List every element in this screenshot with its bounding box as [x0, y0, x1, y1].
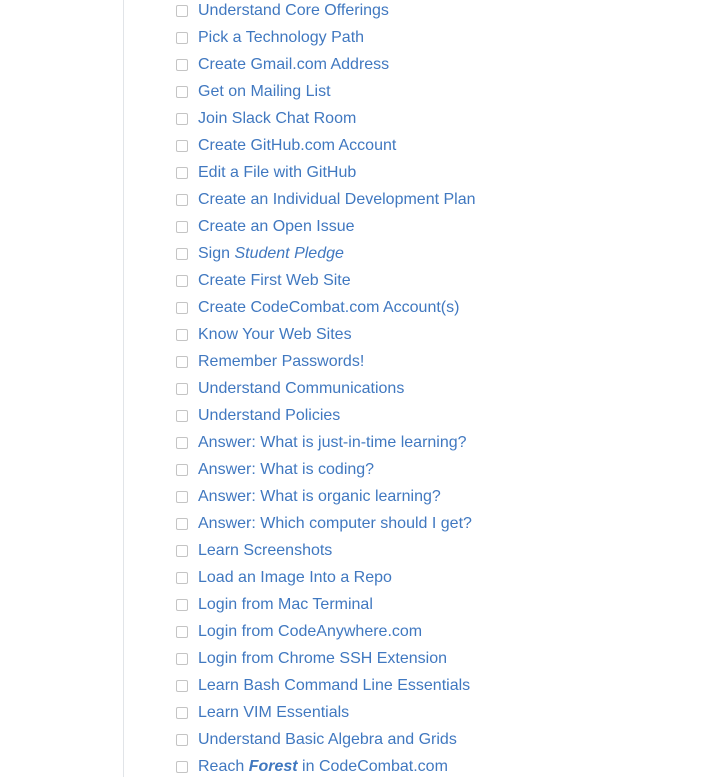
task-link-prefix: Sign [198, 244, 235, 262]
task-link[interactable]: Login from CodeAnywhere.com [198, 622, 422, 642]
task-item: Answer: Which computer should I get? [175, 510, 476, 537]
task-link[interactable]: Pick a Technology Path [198, 28, 364, 48]
task-link[interactable]: Join Slack Chat Room [198, 109, 356, 129]
task-link[interactable]: Learn Screenshots [198, 541, 332, 561]
task-link[interactable]: Login from Mac Terminal [198, 595, 373, 615]
task-link[interactable]: Get on Mailing List [198, 82, 331, 102]
task-checkbox[interactable] [176, 517, 188, 530]
task-link[interactable]: Learn Bash Command Line Essentials [198, 676, 470, 696]
page: Understand Core Offerings Pick a Technol… [0, 0, 702, 777]
task-checkbox[interactable] [176, 166, 188, 179]
task-checkbox[interactable] [176, 652, 188, 665]
task-link[interactable]: Answer: What is just-in-time learning? [198, 433, 467, 453]
task-item: Create First Web Site [175, 267, 476, 294]
task-item: Create an Open Issue [175, 213, 476, 240]
task-checkbox[interactable] [176, 382, 188, 395]
task-link[interactable]: Know Your Web Sites [198, 325, 352, 345]
task-checkbox[interactable] [176, 193, 188, 206]
task-checkbox[interactable] [176, 301, 188, 314]
task-link[interactable]: Create Gmail.com Address [198, 55, 389, 75]
task-item: Pick a Technology Path [175, 24, 476, 51]
task-checkbox[interactable] [176, 58, 188, 71]
onboarding-task-list: Understand Core Offerings Pick a Technol… [175, 0, 476, 777]
task-item: Edit a File with GitHub [175, 159, 476, 186]
task-item: Remember Passwords! [175, 348, 476, 375]
task-link-prefix: Reach [198, 757, 249, 775]
task-link[interactable]: Answer: What is coding? [198, 460, 374, 480]
task-link[interactable]: Answer: Which computer should I get? [198, 514, 472, 534]
task-link[interactable]: Remember Passwords! [198, 352, 364, 372]
task-link[interactable]: Understand Basic Algebra and Grids [198, 730, 457, 750]
task-checkbox[interactable] [176, 31, 188, 44]
task-item: Join Slack Chat Room [175, 105, 476, 132]
task-item: Get on Mailing List [175, 78, 476, 105]
task-checkbox[interactable] [176, 436, 188, 449]
task-link[interactable]: Understand Communications [198, 379, 404, 399]
task-link-emphasis: Forest [248, 757, 298, 775]
task-item: Create Gmail.com Address [175, 51, 476, 78]
task-checkbox[interactable] [176, 274, 188, 287]
task-checkbox[interactable] [176, 544, 188, 557]
task-link[interactable]: Create CodeCombat.com Account(s) [198, 298, 459, 318]
task-link[interactable]: Understand Policies [198, 406, 340, 426]
task-item: Learn Bash Command Line Essentials [175, 672, 476, 699]
task-link[interactable]: Login from Chrome SSH Extension [198, 649, 447, 669]
task-link[interactable]: Edit a File with GitHub [198, 163, 356, 183]
task-link[interactable]: Answer: What is organic learning? [198, 487, 441, 507]
task-item: Sign Student Pledge [175, 240, 476, 267]
task-item: Answer: What is coding? [175, 456, 476, 483]
task-checkbox[interactable] [176, 4, 188, 17]
task-link[interactable]: Create First Web Site [198, 271, 351, 291]
task-link[interactable]: Reach Forest in CodeCombat.com [198, 757, 448, 777]
task-checkbox[interactable] [176, 112, 188, 125]
task-checkbox[interactable] [176, 355, 188, 368]
task-checkbox[interactable] [176, 760, 188, 773]
task-checkbox[interactable] [176, 139, 188, 152]
task-item: Login from Chrome SSH Extension [175, 645, 476, 672]
task-item: Understand Basic Algebra and Grids [175, 726, 476, 753]
task-checkbox[interactable] [176, 409, 188, 422]
task-checkbox[interactable] [176, 328, 188, 341]
task-item: Answer: What is organic learning? [175, 483, 476, 510]
task-item: Create an Individual Development Plan [175, 186, 476, 213]
task-item: Understand Communications [175, 375, 476, 402]
task-item: Login from CodeAnywhere.com [175, 618, 476, 645]
task-item: Learn VIM Essentials [175, 699, 476, 726]
task-checkbox[interactable] [176, 571, 188, 584]
task-item: Answer: What is just-in-time learning? [175, 429, 476, 456]
task-link[interactable]: Create an Open Issue [198, 217, 355, 237]
task-link[interactable]: Load an Image Into a Repo [198, 568, 392, 588]
task-link[interactable]: Create GitHub.com Account [198, 136, 396, 156]
left-border-rule [123, 0, 124, 777]
task-link-suffix: in CodeCombat.com [297, 757, 448, 775]
task-link[interactable]: Sign Student Pledge [198, 244, 344, 264]
task-checkbox[interactable] [176, 85, 188, 98]
task-checkbox[interactable] [176, 625, 188, 638]
task-item: Load an Image Into a Repo [175, 564, 476, 591]
task-item: Reach Forest in CodeCombat.com [175, 753, 476, 777]
task-checkbox[interactable] [176, 247, 188, 260]
task-link-emphasis: Student Pledge [234, 244, 344, 262]
task-checkbox[interactable] [176, 490, 188, 503]
task-item: Create GitHub.com Account [175, 132, 476, 159]
task-item: Learn Screenshots [175, 537, 476, 564]
task-checkbox[interactable] [176, 463, 188, 476]
task-item: Understand Core Offerings [175, 0, 476, 24]
task-item: Understand Policies [175, 402, 476, 429]
task-checkbox[interactable] [176, 598, 188, 611]
task-item: Know Your Web Sites [175, 321, 476, 348]
task-link[interactable]: Create an Individual Development Plan [198, 190, 476, 210]
task-link-strong: Forest [249, 758, 298, 775]
task-item: Create CodeCombat.com Account(s) [175, 294, 476, 321]
task-link[interactable]: Learn VIM Essentials [198, 703, 349, 723]
task-checkbox[interactable] [176, 679, 188, 692]
task-checkbox[interactable] [176, 706, 188, 719]
task-checkbox[interactable] [176, 733, 188, 746]
task-link[interactable]: Understand Core Offerings [198, 1, 389, 21]
task-item: Login from Mac Terminal [175, 591, 476, 618]
task-checkbox[interactable] [176, 220, 188, 233]
